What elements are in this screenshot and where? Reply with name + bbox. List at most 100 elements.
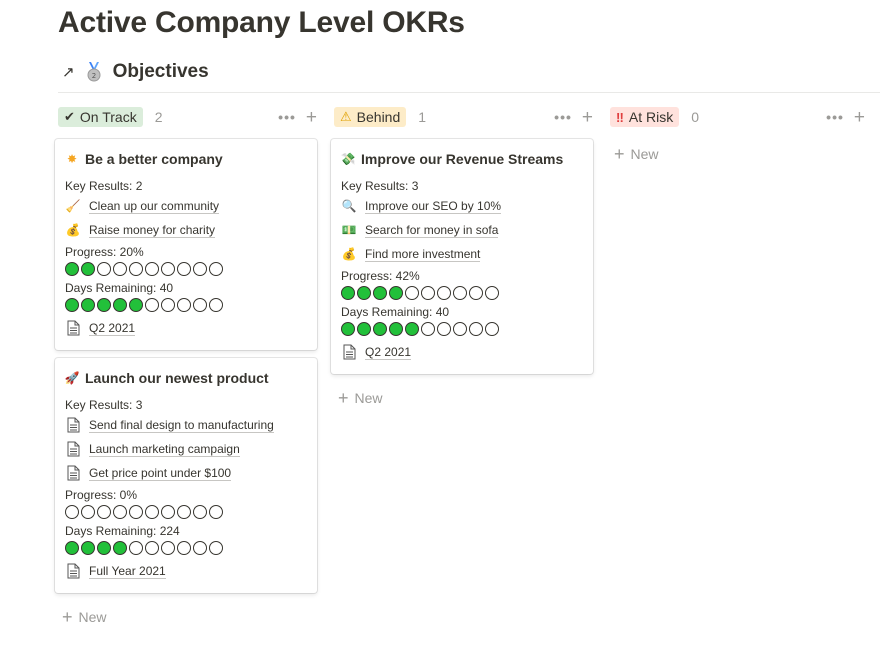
empty-dot (437, 286, 451, 300)
group-count: 2 (154, 109, 163, 125)
period-item[interactable]: Q2 2021 (65, 316, 307, 340)
empty-dot (485, 322, 499, 336)
money-bag-icon: 💰 (65, 223, 81, 237)
empty-dot (81, 505, 95, 519)
key-result-item[interactable]: 🔍 Improve our SEO by 10% (341, 194, 583, 218)
empty-dot (421, 286, 435, 300)
sun-icon: ✸ (66, 152, 78, 166)
document-icon (65, 417, 81, 433)
key-result-item[interactable]: Launch marketing campaign (65, 437, 307, 461)
empty-dot (177, 298, 191, 312)
more-options-icon[interactable]: ••• (826, 109, 844, 125)
key-results-label: Key Results: 3 (341, 179, 419, 193)
document-icon (65, 563, 81, 579)
add-card-icon[interactable]: + (306, 108, 317, 127)
medal-icon: 2 (87, 62, 101, 82)
arrow-up-right-icon[interactable]: ↗ (62, 65, 75, 80)
empty-dot (97, 262, 111, 276)
filled-dot (65, 298, 79, 312)
column-header: ⚠ Behind 1 ••• + (331, 106, 593, 128)
empty-dot (193, 541, 207, 555)
filled-dot (389, 322, 403, 336)
empty-dot (161, 262, 175, 276)
group-tag-at-risk[interactable]: ‼ At Risk (610, 107, 680, 127)
plus-icon: + (614, 143, 625, 164)
key-result-item[interactable]: 💵 Search for money in sofa (341, 218, 583, 242)
document-icon (341, 344, 357, 360)
empty-dot (209, 298, 223, 312)
filled-dot (113, 298, 127, 312)
new-card-button[interactable]: + New (331, 386, 593, 410)
board-column-on-track: ✔ On Track 2 ••• + ✸ Be a better company… (55, 106, 317, 629)
filled-dot (97, 298, 111, 312)
document-icon (65, 441, 81, 457)
key-result-item[interactable]: 🧹 Clean up our community (65, 194, 307, 218)
empty-dot (161, 541, 175, 555)
group-count: 0 (691, 109, 699, 125)
warning-icon: ⚠ (340, 109, 352, 124)
database-title[interactable]: Objectives (113, 61, 209, 83)
filled-dot (357, 286, 371, 300)
check-icon: ✔ (64, 109, 75, 124)
empty-dot (161, 505, 175, 519)
empty-dot (209, 541, 223, 555)
key-result-item[interactable]: 💰 Raise money for charity (65, 218, 307, 242)
more-options-icon[interactable]: ••• (554, 109, 572, 125)
money-wings-icon: 💸 (340, 152, 356, 166)
database-header: ↗ 2 Objectives (62, 60, 209, 84)
okr-card[interactable]: 💸 Improve our Revenue Streams Key Result… (331, 139, 593, 374)
key-results-label: Key Results: 3 (65, 398, 143, 412)
empty-dot (469, 322, 483, 336)
column-header: ‼ At Risk 0 ••• + (607, 106, 865, 128)
card-title: ✸ Be a better company (66, 151, 223, 167)
empty-dot (65, 505, 79, 519)
key-results-label: Key Results: 2 (65, 179, 143, 193)
banknote-icon: 💵 (341, 223, 357, 237)
okr-card[interactable]: 🚀 Launch our newest product Key Results:… (55, 358, 317, 593)
group-tag-behind[interactable]: ⚠ Behind (334, 107, 407, 127)
new-card-button[interactable]: + New (55, 605, 317, 629)
days-remaining-label: Days Remaining: 40 (341, 305, 450, 319)
key-result-item[interactable]: Send final design to manufacturing (65, 413, 307, 437)
filled-dot (81, 262, 95, 276)
group-name: At Risk (628, 109, 674, 125)
new-card-button[interactable]: + New (607, 142, 865, 166)
document-icon (65, 320, 81, 336)
empty-dot (193, 298, 207, 312)
magnifier-icon: 🔍 (341, 199, 357, 213)
empty-dot (177, 262, 191, 276)
period-item[interactable]: Full Year 2021 (65, 559, 307, 583)
empty-dot (209, 262, 223, 276)
empty-dot (421, 322, 435, 336)
empty-dot (193, 505, 207, 519)
empty-dot (485, 286, 499, 300)
empty-dot (437, 322, 451, 336)
period-item[interactable]: Q2 2021 (341, 340, 583, 364)
add-card-icon[interactable]: + (854, 108, 865, 127)
group-name: Behind (356, 109, 401, 125)
filled-dot (81, 541, 95, 555)
plus-icon: + (338, 387, 349, 408)
empty-dot (193, 262, 207, 276)
empty-dot (145, 541, 159, 555)
filled-dot (129, 298, 143, 312)
more-options-icon[interactable]: ••• (278, 109, 296, 125)
filled-dot (65, 541, 79, 555)
filled-dot (341, 286, 355, 300)
card-title: 💸 Improve our Revenue Streams (340, 151, 564, 167)
progress-label: Progress: 0% (65, 488, 138, 502)
empty-dot (129, 541, 143, 555)
group-tag-on-track[interactable]: ✔ On Track (58, 107, 143, 127)
header-divider (58, 92, 880, 93)
okr-card[interactable]: ✸ Be a better company Key Results: 2 🧹 C… (55, 139, 317, 350)
empty-dot (161, 298, 175, 312)
key-result-item[interactable]: Get price point under $100 (65, 461, 307, 485)
key-result-item[interactable]: 💰 Find more investment (341, 242, 583, 266)
add-card-icon[interactable]: + (582, 108, 593, 127)
empty-dot (145, 262, 159, 276)
filled-dot (65, 262, 79, 276)
filled-dot (113, 541, 127, 555)
days-remaining-bar (65, 541, 307, 557)
empty-dot (177, 505, 191, 519)
filled-dot (341, 322, 355, 336)
